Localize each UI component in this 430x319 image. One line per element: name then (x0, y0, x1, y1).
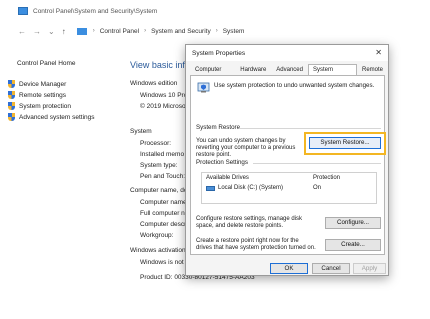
info-row: Computer descri (140, 221, 188, 228)
system-protection-icon (197, 82, 210, 93)
dialog-title: System Properties (192, 49, 246, 57)
sidebar-item-label: System protection (19, 102, 72, 110)
cancel-button[interactable]: Cancel (312, 263, 350, 274)
close-icon[interactable]: ✕ (375, 48, 382, 57)
breadcrumb-separator: › (144, 28, 147, 34)
sidebar-item-system-protection[interactable]: System protection (8, 102, 71, 110)
restore-description: You can undo system changes by reverting… (196, 138, 296, 158)
info-row: Full computer n (140, 210, 185, 217)
protection-settings-group-title: Protection Settings (196, 159, 248, 166)
sidebar: Control Panel Home Device Manager Remote… (0, 44, 125, 319)
page-title: View basic info (130, 60, 190, 70)
breadcrumb-system[interactable]: System (223, 28, 245, 35)
section-system: System (130, 128, 152, 135)
sidebar-item-advanced-system-settings[interactable]: Advanced system settings (8, 113, 95, 121)
edition-row: Windows 10 Pro (140, 92, 188, 99)
info-row: Pen and Touch: (140, 173, 186, 180)
info-row: System type: (140, 162, 178, 169)
create-button[interactable]: Create... (325, 239, 381, 251)
section-computer-name: Computer name, do (130, 187, 188, 194)
column-available-drives[interactable]: Available Drives (206, 175, 249, 181)
shield-icon (8, 91, 15, 99)
ok-button[interactable]: OK (270, 263, 308, 274)
sidebar-home-link[interactable]: Control Panel Home (17, 60, 76, 67)
sidebar-item-device-manager[interactable]: Device Manager (8, 80, 66, 88)
recent-dropdown-icon[interactable]: ⌄ (48, 27, 55, 36)
tab-remote[interactable]: Remote (357, 64, 388, 75)
sidebar-item-label: Advanced system settings (19, 113, 95, 121)
intro-text: Use system protection to undo unwanted s… (214, 82, 375, 89)
tab-hardware[interactable]: Hardware (235, 64, 271, 75)
info-row: Workgroup: (140, 232, 174, 239)
section-windows-edition: Windows edition (130, 80, 178, 87)
info-row: Windows is not (140, 259, 184, 266)
address-control-panel-icon (76, 27, 87, 35)
dialog-title-bar: System Properties ✕ (186, 45, 388, 61)
shield-icon (8, 102, 15, 110)
breadcrumb-control-panel[interactable]: Control Panel (100, 28, 139, 35)
sidebar-item-remote-settings[interactable]: Remote settings (8, 91, 66, 99)
breadcrumb-system-and-security[interactable]: System and Security (151, 28, 211, 35)
apply-button[interactable]: Apply (353, 263, 386, 274)
group-divider (253, 163, 381, 164)
address-bar[interactable]: ← → ⌄ ↑ › Control Panel › System and Sec… (18, 24, 430, 38)
info-row: Computer name (140, 199, 187, 206)
system-restore-button[interactable]: System Restore... (309, 137, 381, 149)
info-row: Installed memo (140, 151, 185, 158)
section-windows-activation: Windows activation (130, 247, 186, 254)
configure-button[interactable]: Configure... (325, 217, 381, 229)
window-title: Control Panel\System and Security\System (33, 7, 158, 15)
disk-drive-icon (206, 185, 215, 191)
create-description: Create a restore point right now for the… (196, 238, 316, 251)
forward-arrow-icon[interactable]: → (33, 27, 41, 36)
title-bar: Control Panel\System and Security\System (0, 0, 430, 22)
info-row: Processor: (140, 140, 172, 147)
control-panel-icon (18, 7, 28, 15)
sidebar-item-label: Remote settings (19, 91, 66, 99)
configure-description: Configure restore settings, manage disk … (196, 216, 303, 229)
table-header: Available Drives Protection (202, 173, 376, 183)
tab-computer-name[interactable]: Computer Name (190, 64, 235, 84)
drives-table: Available Drives Protection Local Disk (… (201, 172, 377, 204)
tab-advanced[interactable]: Advanced (271, 64, 308, 75)
up-arrow-icon[interactable]: ↑ (62, 27, 66, 36)
column-protection[interactable]: Protection (313, 175, 340, 181)
table-row[interactable]: Local Disk (C:) (System) On (202, 184, 376, 194)
drive-protection: On (313, 185, 322, 191)
copyright-row: © 2019 Microso (140, 103, 186, 110)
back-arrow-icon[interactable]: ← (18, 27, 26, 36)
breadcrumb-separator: › (92, 28, 95, 34)
system-properties-dialog: System Properties ✕ Computer Name Hardwa… (185, 44, 389, 276)
shield-icon (8, 80, 15, 88)
tab-panel: Use system protection to undo unwanted s… (190, 75, 386, 255)
sidebar-item-label: Device Manager (19, 80, 67, 88)
drive-name-cell: Local Disk (C:) (System) (206, 185, 283, 191)
shield-icon (8, 113, 15, 121)
system-restore-group-title: System Restore (196, 124, 241, 131)
drive-name: Local Disk (C:) (System) (218, 185, 284, 191)
breadcrumb-separator: › (215, 28, 218, 34)
group-divider (239, 128, 381, 129)
